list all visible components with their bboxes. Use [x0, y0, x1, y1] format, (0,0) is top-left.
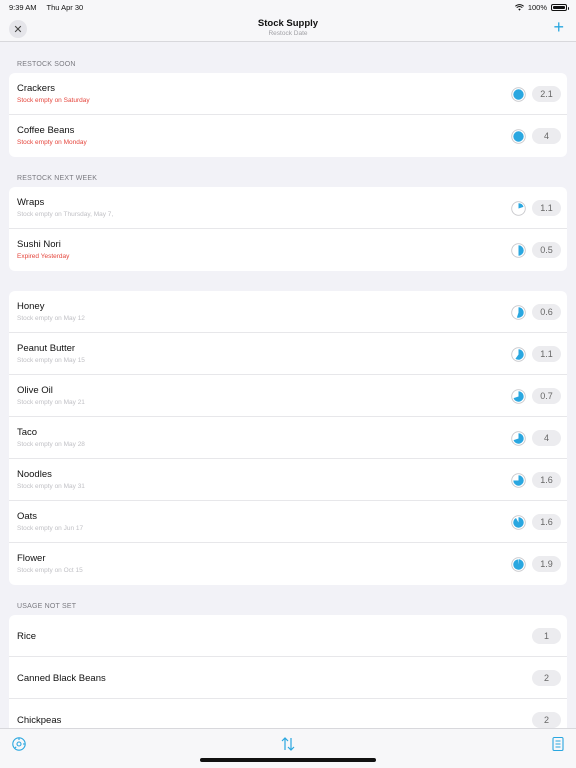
item-name: Rice — [17, 631, 37, 642]
stock-level-pie-icon — [511, 557, 526, 572]
item-status: Stock empty on Monday — [17, 139, 87, 146]
list-item[interactable]: Flower Stock empty on Oct 15 1.9 — [9, 543, 567, 585]
quantity-badge[interactable]: 0.6 — [532, 304, 561, 320]
battery-icon — [551, 4, 569, 11]
item-status: Stock empty on Saturday — [17, 97, 90, 104]
item-name: Sushi Nori — [17, 239, 61, 250]
quantity-badge[interactable]: 2 — [532, 712, 561, 728]
quantity-badge[interactable]: 0.7 — [532, 388, 561, 404]
item-name: Chickpeas — [17, 715, 62, 726]
list-item[interactable]: Oats Stock empty on Jun 17 1.6 — [9, 501, 567, 543]
sort-arrows-icon[interactable] — [280, 736, 296, 752]
item-status: Expired Yesterday — [17, 253, 70, 260]
section-card: Rice 1 Canned Black Beans 2 Chickpeas 2 — [9, 615, 567, 728]
item-name: Flower — [17, 553, 46, 564]
stock-level-pie-icon — [511, 201, 526, 216]
quantity-badge[interactable]: 1.1 — [532, 200, 561, 216]
clock-settings-icon[interactable] — [11, 736, 27, 752]
item-status: Stock empty on May 15 — [17, 357, 85, 364]
page-title: Stock Supply — [257, 18, 319, 29]
page-subtitle[interactable]: Restock Date — [0, 30, 576, 37]
stock-level-pie-icon — [511, 389, 526, 404]
list-item[interactable]: Noodles Stock empty on May 31 1.6 — [9, 459, 567, 501]
status-time: 9:39 AM — [9, 3, 37, 12]
item-name: Peanut Butter — [17, 343, 76, 354]
quantity-badge[interactable]: 1.9 — [532, 556, 561, 572]
item-status: Stock empty on May 12 — [17, 315, 85, 322]
item-name: Crackers — [17, 83, 56, 94]
item-name: Oats — [17, 511, 38, 522]
item-status: Stock empty on Jun 17 — [17, 525, 84, 532]
quantity-badge[interactable]: 4 — [532, 430, 561, 446]
section-header: USAGE NOT SET — [17, 603, 77, 610]
quantity-badge[interactable]: 1.6 — [532, 514, 561, 530]
item-status: Stock empty on Thursday, May 7, — [17, 211, 114, 218]
quantity-badge[interactable]: 2 — [532, 670, 561, 686]
list-item[interactable]: Taco Stock empty on May 28 4 — [9, 417, 567, 459]
section-header: RESTOCK NEXT WEEK — [17, 175, 98, 182]
stock-level-pie-icon — [511, 129, 526, 144]
list-item[interactable]: Sushi Nori Expired Yesterday 0.5 — [9, 229, 567, 271]
item-name: Olive Oil — [17, 385, 53, 396]
list-item[interactable]: Honey Stock empty on May 12 0.6 — [9, 291, 567, 333]
item-status: Stock empty on May 21 — [17, 399, 85, 406]
plus-icon: + — [553, 17, 564, 37]
home-indicator — [200, 758, 376, 762]
supply-list[interactable]: RESTOCK SOON Crackers Stock empty on Satur… — [0, 43, 576, 728]
item-name: Wraps — [17, 197, 45, 208]
item-status: Stock empty on May 31 — [17, 483, 85, 490]
item-status: Stock empty on May 28 — [17, 441, 85, 448]
list-item[interactable]: Rice 1 — [9, 615, 567, 657]
item-status: Stock empty on Oct 15 — [17, 567, 83, 574]
item-name: Coffee Beans — [17, 125, 75, 136]
item-name: Taco — [17, 427, 38, 438]
quantity-badge[interactable]: 2.1 — [532, 86, 561, 102]
status-bar: 9:39 AM Thu Apr 30 100% — [0, 0, 576, 14]
section-card: Crackers Stock empty on Saturday 2.1 Coffe… — [9, 73, 567, 157]
navigation-bar: ✕ Stock Supply Restock Date + — [0, 14, 576, 42]
list-item[interactable]: Crackers Stock empty on Saturday 2.1 — [9, 73, 567, 115]
list-item[interactable]: Peanut Butter Stock empty on May 15 1.1 — [9, 333, 567, 375]
item-name: Honey — [17, 301, 45, 312]
stock-level-pie-icon — [511, 347, 526, 362]
stock-level-pie-icon — [511, 243, 526, 258]
bottom-toolbar — [0, 728, 576, 768]
quantity-badge[interactable]: 1 — [532, 628, 561, 644]
stock-level-pie-icon — [511, 431, 526, 446]
document-icon[interactable] — [550, 736, 566, 752]
section-card: Wraps Stock empty on Thursday, May 7, 1.1… — [9, 187, 567, 271]
list-item[interactable]: Olive Oil Stock empty on May 21 0.7 — [9, 375, 567, 417]
list-item[interactable]: Canned Black Beans 2 — [9, 657, 567, 699]
section-card: Honey Stock empty on May 12 0.6 Peanut But… — [9, 291, 567, 585]
quantity-badge[interactable]: 1.1 — [532, 346, 561, 362]
section-header: RESTOCK SOON — [17, 61, 76, 68]
quantity-badge[interactable]: 1.6 — [532, 472, 561, 488]
quantity-badge[interactable]: 4 — [532, 128, 561, 144]
stock-level-pie-icon — [511, 515, 526, 530]
wifi-icon — [514, 4, 524, 11]
list-item[interactable]: Coffee Beans Stock empty on Monday 4 — [9, 115, 567, 157]
quantity-badge[interactable]: 0.5 — [532, 242, 561, 258]
list-item[interactable]: Wraps Stock empty on Thursday, May 7, 1.1 — [9, 187, 567, 229]
status-date: Thu Apr 30 — [46, 3, 84, 12]
stock-level-pie-icon — [511, 473, 526, 488]
stock-level-pie-icon — [511, 87, 526, 102]
add-button[interactable]: + — [553, 17, 564, 37]
item-name: Noodles — [17, 469, 52, 480]
battery-percent: 100% — [527, 3, 547, 12]
stock-level-pie-icon — [511, 305, 526, 320]
item-name: Canned Black Beans — [17, 673, 106, 684]
list-item[interactable]: Chickpeas 2 — [9, 699, 567, 728]
